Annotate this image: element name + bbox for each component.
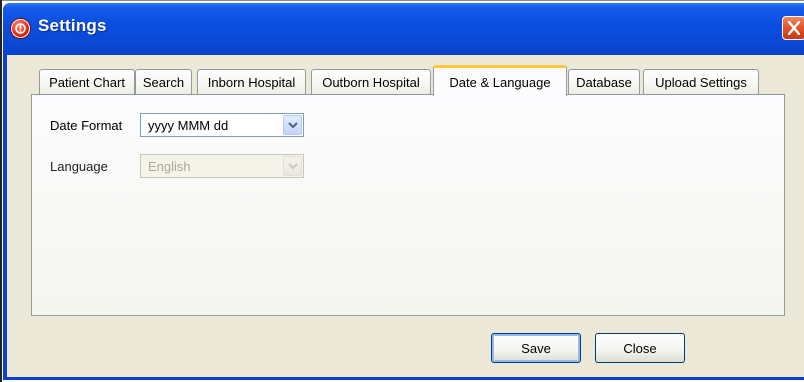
window-title: Settings bbox=[38, 16, 107, 35]
title-bar[interactable]: Settings bbox=[3, 3, 804, 55]
date-format-select[interactable]: yyyy MMM dd bbox=[140, 113, 304, 137]
save-button[interactable]: Save bbox=[491, 333, 581, 363]
tab-outborn-hospital[interactable]: Outborn Hospital bbox=[311, 69, 431, 95]
close-window-button[interactable] bbox=[782, 16, 804, 40]
tab-upload-settings[interactable]: Upload Settings bbox=[643, 69, 759, 95]
red-alert-circle-icon bbox=[11, 19, 30, 38]
language-label: Language bbox=[50, 159, 108, 174]
chevron-down-icon bbox=[288, 163, 298, 170]
screen-edge-top bbox=[0, 0, 804, 1]
settings-dialog: Settings Patient Chart Search Inborn Hos… bbox=[3, 3, 804, 380]
dialog-body: Patient Chart Search Inborn Hospital Out… bbox=[7, 55, 804, 377]
tab-patient-chart[interactable]: Patient Chart bbox=[39, 69, 135, 95]
tab-search[interactable]: Search bbox=[135, 69, 192, 95]
tab-date-language[interactable]: Date & Language bbox=[433, 65, 567, 96]
date-format-label: Date Format bbox=[50, 118, 123, 133]
chevron-down-icon bbox=[288, 122, 298, 129]
language-value: English bbox=[148, 159, 191, 174]
screen-edge-left bbox=[0, 0, 2, 382]
tab-inborn-hospital[interactable]: Inborn Hospital bbox=[197, 69, 306, 95]
date-format-value: yyyy MMM dd bbox=[148, 118, 229, 133]
tab-database[interactable]: Database bbox=[568, 69, 640, 95]
close-button[interactable]: Close bbox=[595, 333, 685, 363]
language-dropdown-button[interactable] bbox=[283, 156, 302, 176]
close-x-icon bbox=[788, 21, 800, 35]
language-select[interactable]: English bbox=[140, 154, 304, 178]
date-language-panel: Date Format yyyy MMM dd Language English bbox=[31, 94, 785, 316]
date-format-dropdown-button[interactable] bbox=[283, 115, 302, 135]
